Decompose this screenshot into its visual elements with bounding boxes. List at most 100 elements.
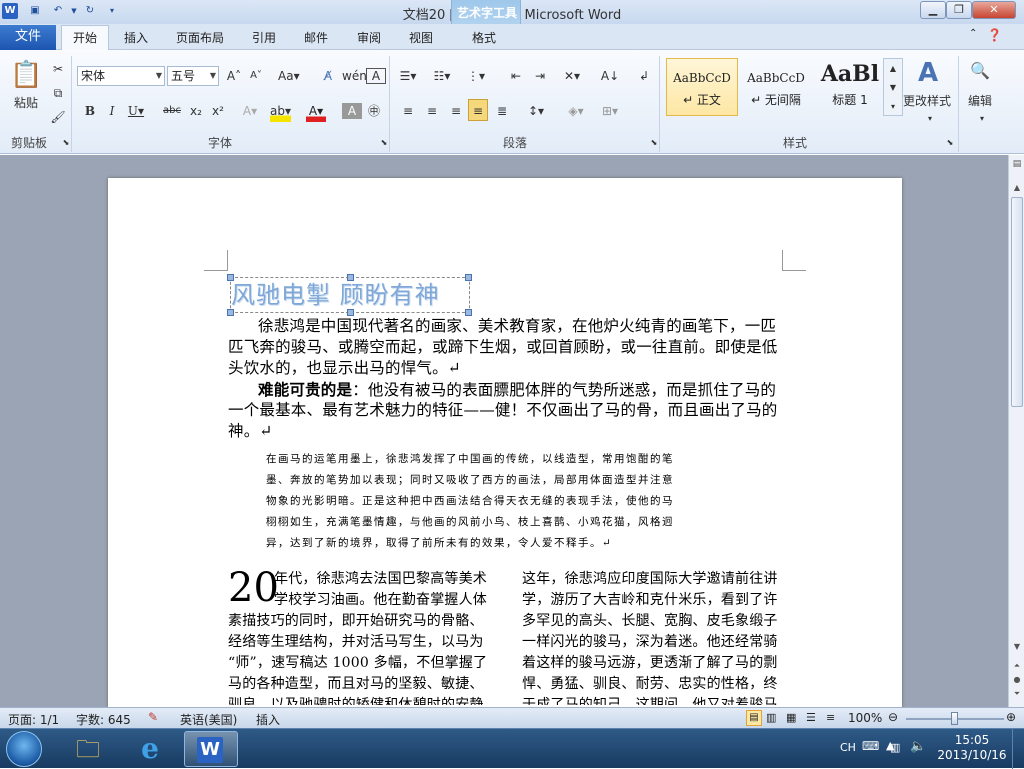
minimize-button[interactable]: ▁ [920, 1, 946, 19]
distributed-icon[interactable]: ≣ [492, 100, 512, 122]
align-center-icon[interactable]: ≡ [422, 100, 442, 122]
quote-line: 栩栩如生，充满笔墨情趣，与他画的风前小鸟、枝上喜鹊、小鸡花猫，风格迥 [266, 516, 674, 528]
format-painter-icon[interactable]: 🖌 [48, 106, 68, 128]
file-explorer-icon[interactable]: 🗀 [66, 733, 110, 765]
volume-icon[interactable]: 🔈 [910, 739, 926, 754]
scroll-down-icon[interactable]: ▼ [1011, 642, 1023, 654]
sort-icon[interactable]: A↓ [600, 65, 620, 87]
network-icon[interactable]: ▥ [890, 741, 900, 754]
phonetic-guide-icon[interactable]: wén [342, 65, 367, 87]
show-desktop-button[interactable] [1012, 729, 1024, 769]
align-left-icon[interactable]: ≡ [398, 100, 418, 122]
chevron-down-icon: ▾ [927, 114, 932, 123]
shrink-font-icon[interactable]: A˅ [246, 65, 266, 87]
increase-indent-icon[interactable]: ⇥ [530, 65, 550, 87]
print-layout-icon[interactable]: ▤ [746, 710, 762, 726]
start-button[interactable] [6, 731, 42, 767]
group-label-paragraph: 段落 [502, 136, 527, 150]
strikethrough-icon[interactable]: abc [162, 100, 182, 122]
change-styles-icon[interactable]: A [910, 56, 946, 90]
zoom-level[interactable]: 100% [848, 711, 882, 725]
font-size-value: 五号 [171, 69, 196, 83]
bullets-icon[interactable]: ☰▾ [398, 65, 418, 87]
keyboard-icon[interactable]: ⌨ [862, 739, 879, 753]
draft-icon[interactable]: ≡ [826, 711, 835, 724]
font-size-combo[interactable]: 五号 ▼ [167, 66, 219, 86]
multilevel-list-icon[interactable]: ⋮▾ [466, 65, 486, 87]
character-shading-icon[interactable]: A [342, 103, 362, 119]
show-marks-icon[interactable]: ↲ [634, 65, 654, 87]
chinese-layout-icon[interactable]: ✕▾ [562, 65, 582, 87]
zoom-out-icon[interactable]: ⊖ [888, 710, 898, 724]
web-layout-icon[interactable]: ▦ [786, 711, 796, 724]
tab-format[interactable]: 格式 [472, 29, 496, 46]
cut-icon[interactable]: ✂ [48, 58, 68, 80]
scroll-up-icon[interactable]: ▲ [1011, 183, 1023, 195]
font-color-icon[interactable]: A▾ [306, 100, 326, 122]
tab-references[interactable]: 引用 [252, 29, 276, 46]
copy-icon[interactable]: ⧉ [48, 82, 68, 104]
browse-object-icon[interactable]: ● [1011, 675, 1023, 687]
style-heading1[interactable]: AaBl 标题 1 [814, 58, 886, 116]
tab-mailings[interactable]: 邮件 [304, 29, 328, 46]
word-count[interactable]: 字数: 645 [76, 711, 131, 728]
previous-page-icon[interactable]: ⏶ [1011, 661, 1023, 673]
word-taskbar-button[interactable]: W [184, 731, 238, 767]
find-icon[interactable]: 🔍 [968, 60, 992, 82]
change-case-icon[interactable]: Aa▾ [278, 65, 300, 87]
help-icon[interactable]: ❓ [987, 28, 1002, 42]
wordart-selection[interactable]: 风驰电掣 顾盼有神 [227, 274, 472, 316]
scroll-thumb[interactable] [1011, 197, 1023, 407]
text-effects-icon[interactable]: A▾ [240, 100, 260, 122]
styles-launcher-icon[interactable]: ⬊ [940, 132, 960, 154]
tab-file[interactable]: 文件 [0, 25, 56, 50]
outline-icon[interactable]: ☰ [806, 711, 816, 724]
italic-icon[interactable]: I [102, 100, 122, 122]
underline-icon[interactable]: U▾ [126, 100, 146, 122]
line-spacing-icon[interactable]: ↕▾ [526, 100, 546, 122]
style-no-spacing[interactable]: AaBbCcD ↵ 无间隔 [740, 58, 812, 116]
tab-review[interactable]: 审阅 [357, 29, 381, 46]
tab-layout[interactable]: 页面布局 [176, 29, 224, 46]
proofing-icon[interactable]: ✎ [148, 710, 158, 724]
ruler-toggle-icon[interactable]: ▤ [1011, 159, 1023, 171]
character-border-icon[interactable]: A [366, 68, 386, 84]
clear-format-icon[interactable]: A̸ [318, 65, 338, 87]
paste-icon[interactable]: 📋 [10, 58, 42, 92]
internet-explorer-icon[interactable]: e [128, 733, 172, 765]
full-screen-reading-icon[interactable]: ▥ [766, 711, 776, 724]
numbering-icon[interactable]: ☷▾ [432, 65, 452, 87]
justify-icon[interactable]: ≡ [468, 99, 488, 121]
decrease-indent-icon[interactable]: ⇤ [506, 65, 526, 87]
paragraph-launcher-icon[interactable]: ⬊ [644, 132, 664, 154]
language[interactable]: 英语(美国) [180, 711, 237, 728]
bold-icon[interactable]: B [80, 100, 100, 122]
font-name-combo[interactable]: 宋体 ▼ [77, 66, 165, 86]
superscript-icon[interactable]: x² [208, 100, 228, 122]
zoom-slider-thumb[interactable] [951, 712, 958, 725]
subscript-icon[interactable]: x₂ [186, 100, 206, 122]
align-right-icon[interactable]: ≡ [446, 100, 466, 122]
zoom-in-icon[interactable]: ⊕ [1006, 710, 1016, 724]
clock[interactable]: 15:05 2013/10/16 [936, 733, 1008, 763]
tab-insert[interactable]: 插入 [124, 29, 148, 46]
vertical-scrollbar[interactable]: ▤ ▲ ▼ ⏶ ● ⏷ [1008, 155, 1024, 707]
highlight-icon[interactable]: ab▾ [270, 100, 291, 122]
paste-button[interactable]: 粘贴 [8, 92, 44, 114]
tab-home[interactable]: 开始 [61, 25, 109, 51]
clipboard-launcher-icon[interactable]: ⬊ [56, 132, 76, 154]
style-normal[interactable]: AaBbCcD ↵ 正文 [666, 58, 738, 116]
enclose-characters-icon[interactable]: ㊥ [364, 100, 384, 122]
next-page-icon[interactable]: ⏷ [1011, 689, 1023, 701]
tab-view[interactable]: 视图 [409, 29, 433, 46]
borders-icon[interactable]: ⊞▾ [600, 100, 620, 122]
font-launcher-icon[interactable]: ⬊ [374, 132, 394, 154]
insert-mode[interactable]: 插入 [256, 711, 280, 728]
maximize-button[interactable]: ❐ [946, 1, 972, 19]
grow-font-icon[interactable]: A˄ [224, 65, 244, 87]
ime-indicator[interactable]: CH [840, 741, 856, 754]
close-button[interactable]: ✕ [972, 1, 1016, 19]
minimize-ribbon-icon[interactable]: ⌃ [969, 28, 977, 39]
page-count[interactable]: 页面: 1/1 [8, 711, 59, 728]
shading-icon[interactable]: ◈▾ [566, 100, 586, 122]
